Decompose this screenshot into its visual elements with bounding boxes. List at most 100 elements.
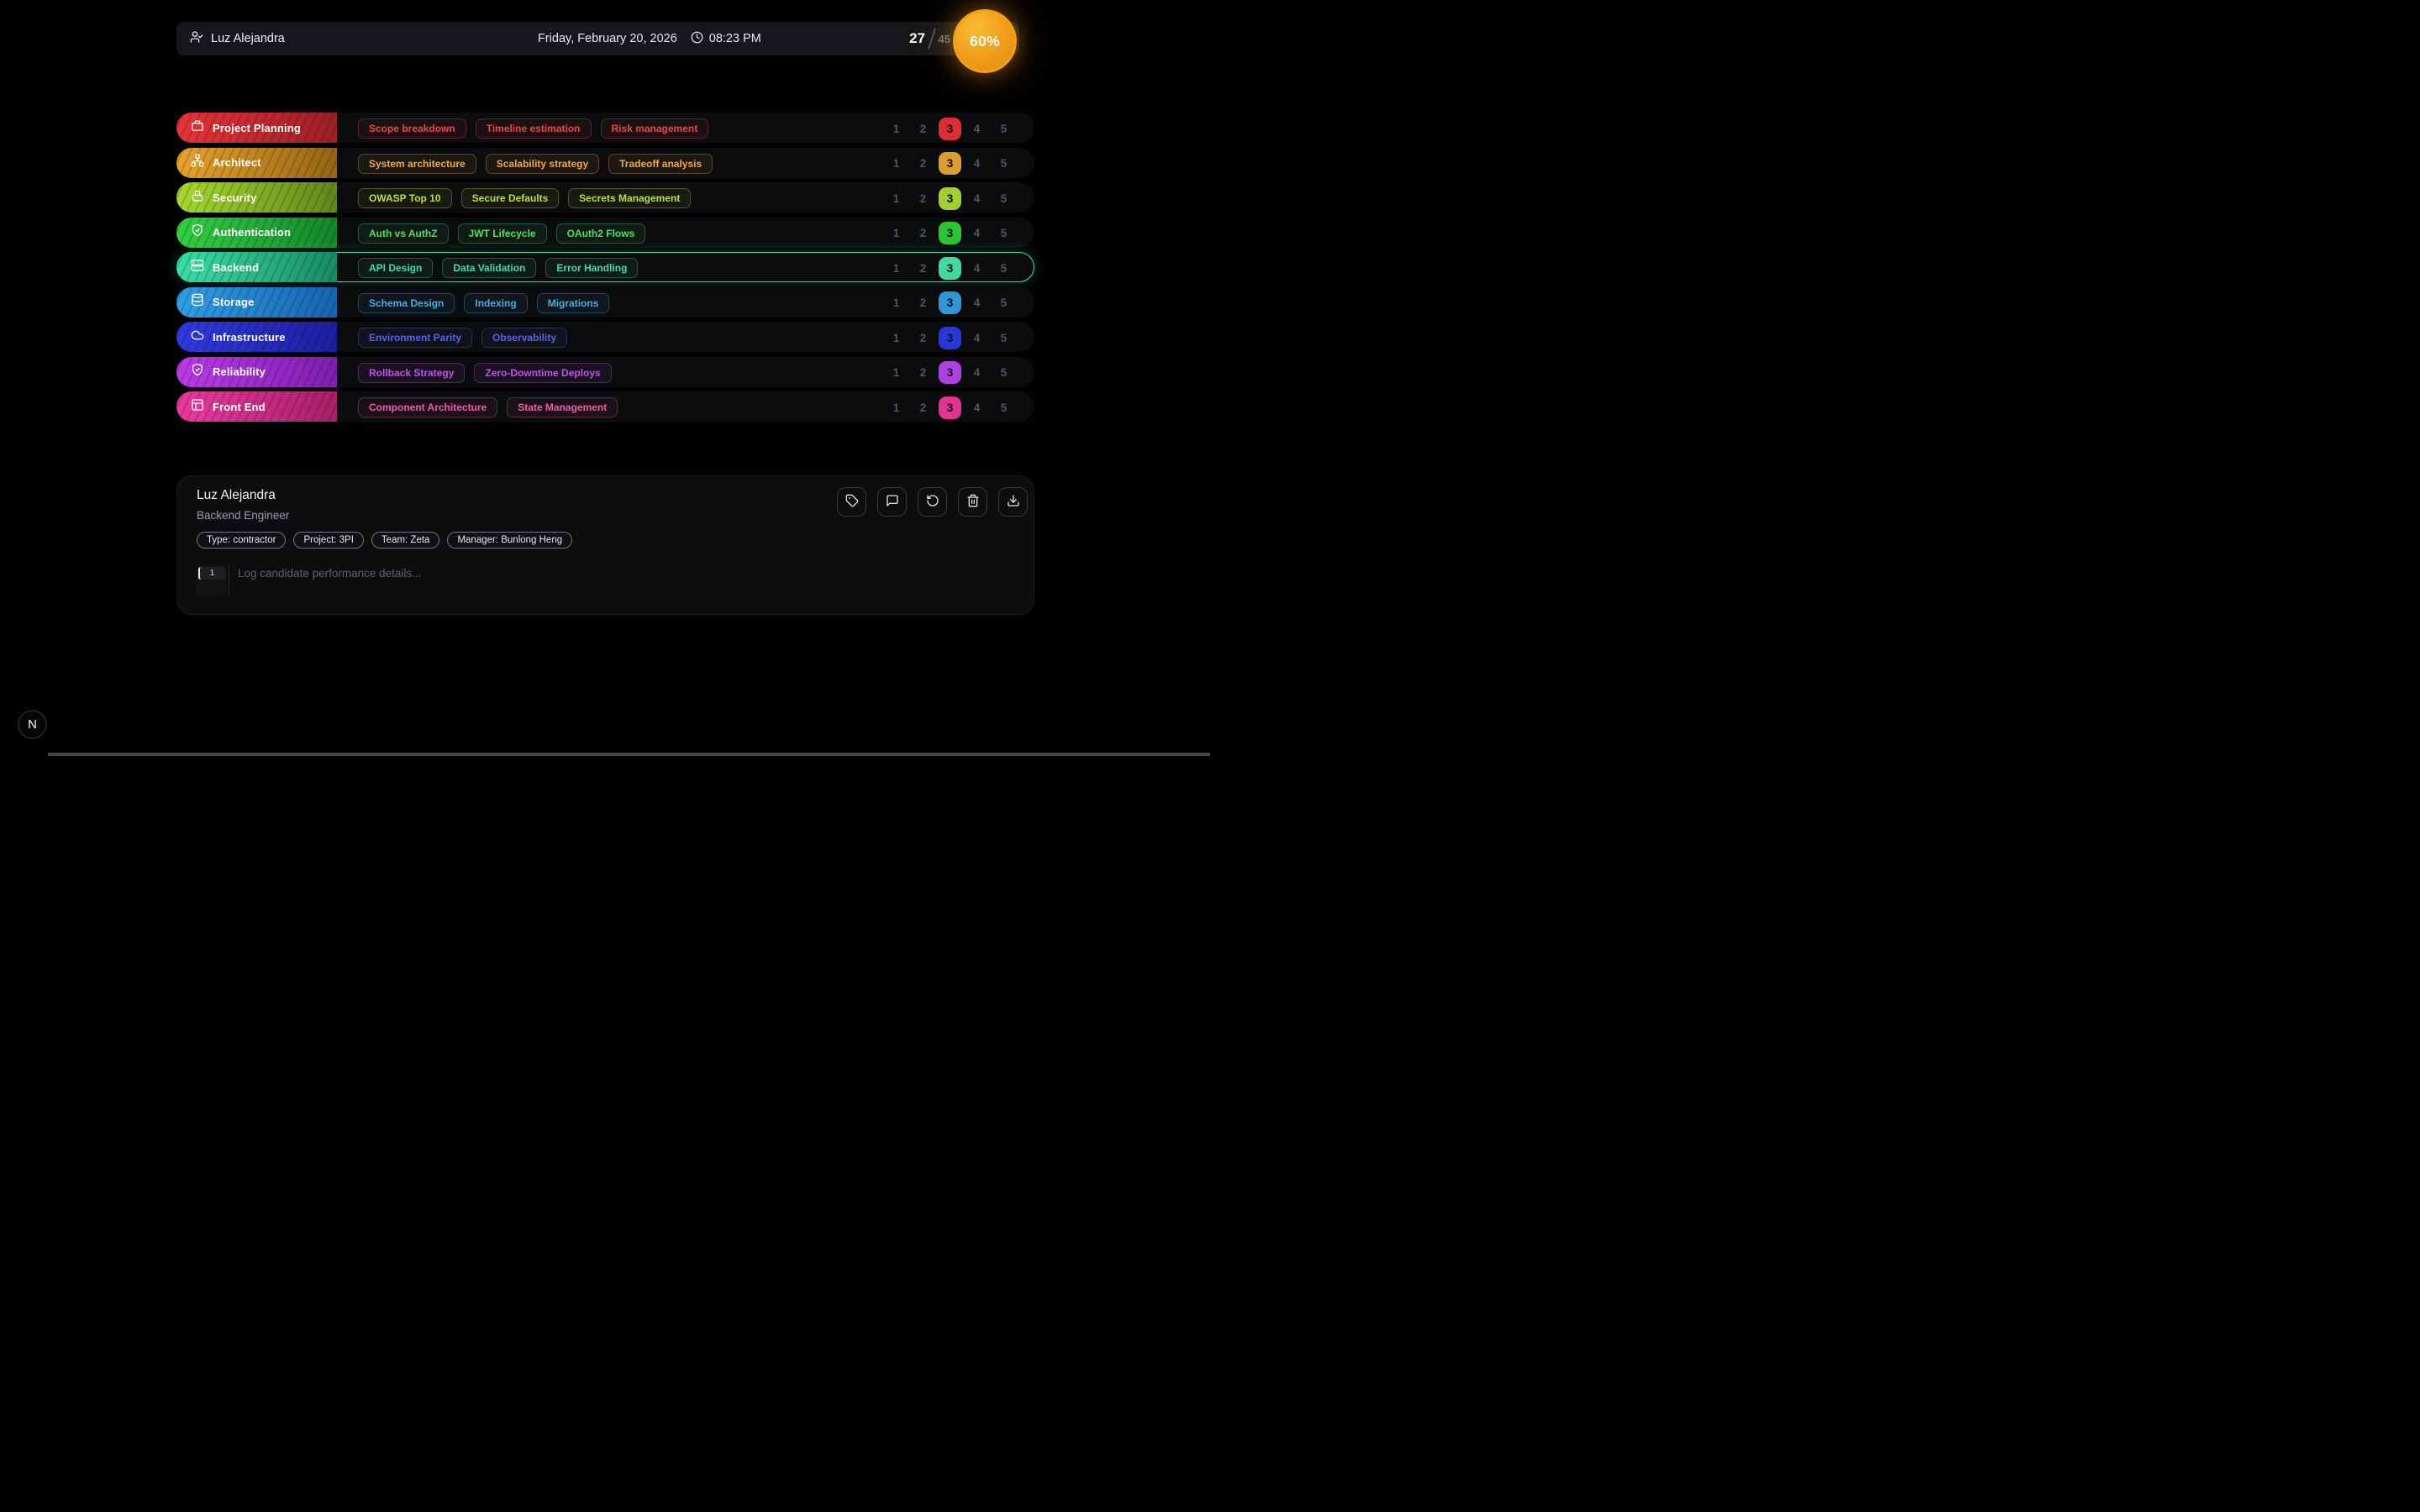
rating-option-4[interactable]: 4	[965, 327, 988, 349]
editor-line-number: 1	[198, 567, 225, 580]
rating-option-3[interactable]: 3	[939, 257, 961, 280]
topic-chip-migrations[interactable]: Migrations	[537, 293, 610, 313]
rating-option-4[interactable]: 4	[965, 361, 988, 384]
rating-option-3[interactable]: 3	[939, 222, 961, 244]
rating-option-1[interactable]: 1	[885, 118, 908, 140]
rating-option-3[interactable]: 3	[939, 152, 961, 175]
rating-option-1[interactable]: 1	[885, 291, 908, 314]
topic-chip-zero-downtime-deploys[interactable]: Zero-Downtime Deploys	[474, 363, 611, 383]
rating-option-2[interactable]: 2	[912, 118, 934, 140]
rating-option-4[interactable]: 4	[965, 291, 988, 314]
topic-chips: Rollback Strategy Zero-Downtime Deploys	[358, 358, 612, 388]
topic-chip-state-management[interactable]: State Management	[507, 397, 618, 417]
topic-chip-oauth2-flows[interactable]: OAuth2 Flows	[556, 223, 646, 244]
topic-chip-observability[interactable]: Observability	[481, 328, 567, 348]
rating-option-1[interactable]: 1	[885, 396, 908, 419]
undo-button[interactable]	[918, 487, 947, 517]
score-divider	[928, 28, 935, 49]
trash-button[interactable]	[958, 487, 987, 517]
rating-scale: 12345	[881, 218, 1015, 249]
rating-option-2[interactable]: 2	[912, 396, 934, 419]
rating-option-1[interactable]: 1	[885, 327, 908, 349]
rating-option-4[interactable]: 4	[965, 118, 988, 140]
cloud-icon	[191, 328, 204, 346]
topic-chip-risk-management[interactable]: Risk management	[601, 118, 709, 139]
topic-chip-tradeoff-analysis[interactable]: Tradeoff analysis	[608, 154, 713, 174]
rating-option-3[interactable]: 3	[939, 291, 961, 314]
rating-option-5[interactable]: 5	[992, 222, 1015, 244]
rating-option-5[interactable]: 5	[992, 118, 1015, 140]
topic-chip-jwt-lifecycle[interactable]: JWT Lifecycle	[458, 223, 547, 244]
category-row-front-end: Front EndComponent ArchitectureState Man…	[176, 391, 1034, 422]
topic-chip-indexing[interactable]: Indexing	[464, 293, 527, 313]
topic-chip-owasp-top-10[interactable]: OWASP Top 10	[358, 188, 452, 208]
comment-button[interactable]	[877, 487, 907, 517]
topic-chip-component-architecture[interactable]: Component Architecture	[358, 397, 497, 417]
rating-option-1[interactable]: 1	[885, 187, 908, 210]
notes-editor[interactable]: 1 Log candidate performance details...	[197, 565, 421, 596]
topic-chip-rollback-strategy[interactable]: Rollback Strategy	[358, 363, 465, 383]
rating-option-2[interactable]: 2	[912, 152, 934, 175]
topic-chip-secure-defaults[interactable]: Secure Defaults	[461, 188, 560, 208]
score-counter: 27 45	[909, 22, 950, 55]
trash-icon	[966, 494, 980, 510]
n-logo[interactable]: N	[18, 710, 47, 739]
candidate-name: Luz Alejandra	[197, 488, 276, 503]
category-row-authentication: AuthenticationAuth vs AuthZJWT Lifecycle…	[176, 218, 1034, 248]
category-label-project-planning: Project Planning	[176, 113, 337, 143]
topic-chip-system-architecture[interactable]: System architecture	[358, 154, 476, 174]
topic-chip-error-handling[interactable]: Error Handling	[545, 258, 638, 278]
rating-option-5[interactable]: 5	[992, 327, 1015, 349]
topic-chips: Environment Parity Observability	[358, 323, 567, 353]
rating-option-3[interactable]: 3	[939, 396, 961, 419]
rating-option-2[interactable]: 2	[912, 257, 934, 280]
topic-chips: Component Architecture State Management	[358, 392, 618, 423]
rating-option-2[interactable]: 2	[912, 327, 934, 349]
user-check-icon	[190, 30, 203, 47]
topic-chip-data-validation[interactable]: Data Validation	[442, 258, 536, 278]
rating-scale: 12345	[881, 392, 1015, 423]
topic-chip-secrets-management[interactable]: Secrets Management	[568, 188, 691, 208]
rating-option-2[interactable]: 2	[912, 361, 934, 384]
tag-button[interactable]	[837, 487, 866, 517]
rating-option-1[interactable]: 1	[885, 361, 908, 384]
rating-option-4[interactable]: 4	[965, 187, 988, 210]
rating-option-5[interactable]: 5	[992, 361, 1015, 384]
topic-chip-environment-parity[interactable]: Environment Parity	[358, 328, 472, 348]
rating-option-5[interactable]: 5	[992, 257, 1015, 280]
rating-option-5[interactable]: 5	[992, 152, 1015, 175]
rating-option-1[interactable]: 1	[885, 222, 908, 244]
score-current: 27	[909, 30, 925, 47]
rating-option-5[interactable]: 5	[992, 187, 1015, 210]
clock-icon	[691, 31, 703, 47]
rating-option-2[interactable]: 2	[912, 222, 934, 244]
rating-option-3[interactable]: 3	[939, 327, 961, 349]
rating-option-3[interactable]: 3	[939, 361, 961, 384]
notes-placeholder: Log candidate performance details...	[238, 565, 421, 596]
rating-option-5[interactable]: 5	[992, 291, 1015, 314]
panel-actions	[837, 487, 1028, 517]
category-label-architect: Architect	[176, 148, 337, 178]
rating-option-5[interactable]: 5	[992, 396, 1015, 419]
download-button[interactable]	[998, 487, 1028, 517]
topic-chip-api-design[interactable]: API Design	[358, 258, 433, 278]
topic-chip-schema-design[interactable]: Schema Design	[358, 293, 455, 313]
rating-option-1[interactable]: 1	[885, 257, 908, 280]
rating-option-4[interactable]: 4	[965, 257, 988, 280]
rating-option-2[interactable]: 2	[912, 291, 934, 314]
rating-option-4[interactable]: 4	[965, 152, 988, 175]
topic-chip-timeline-estimation[interactable]: Timeline estimation	[476, 118, 592, 139]
rating-option-3[interactable]: 3	[939, 118, 961, 140]
rating-option-1[interactable]: 1	[885, 152, 908, 175]
rating-option-4[interactable]: 4	[965, 222, 988, 244]
topic-chip-scope-breakdown[interactable]: Scope breakdown	[358, 118, 466, 139]
topic-chip-scalability-strategy[interactable]: Scalability strategy	[486, 154, 599, 174]
topic-chip-auth-vs-authz[interactable]: Auth vs AuthZ	[358, 223, 449, 244]
rating-option-2[interactable]: 2	[912, 187, 934, 210]
topic-chips: Scope breakdown Timeline estimation Risk m…	[358, 113, 708, 144]
category-name: Security	[213, 192, 257, 204]
rating-option-4[interactable]: 4	[965, 396, 988, 419]
top-bar: Luz Alejandra Friday, February 20, 2026 …	[176, 22, 1019, 55]
rating-option-3[interactable]: 3	[939, 187, 961, 210]
candidate-panel: Luz Alejandra Backend Engineer Type: con…	[176, 475, 1034, 615]
